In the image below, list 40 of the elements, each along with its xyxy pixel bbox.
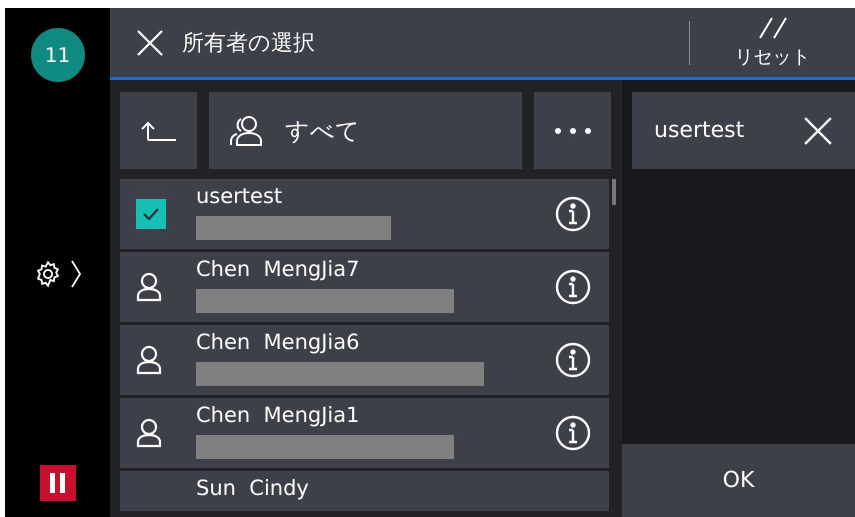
reset-button[interactable]: リセット	[690, 8, 855, 77]
person-icon	[136, 418, 162, 448]
up-arrow-icon	[140, 120, 178, 142]
user-name: Chen MengJia6	[196, 331, 360, 354]
pause-button[interactable]	[40, 465, 76, 501]
user-list-item[interactable]: Chen MengJia1	[120, 398, 609, 468]
chip-label: usertest	[654, 118, 744, 143]
scrollbar-thumb[interactable]	[612, 179, 616, 205]
all-users-filter-button[interactable]: すべて	[209, 92, 522, 169]
user-list-item[interactable]: Chen MengJia6	[120, 325, 609, 395]
up-level-button[interactable]	[120, 92, 197, 169]
checkmark-icon	[142, 207, 160, 221]
checkbox[interactable]	[136, 199, 166, 229]
info-icon	[555, 342, 591, 378]
reset-icon	[758, 16, 788, 42]
info-button[interactable]	[555, 269, 591, 305]
window-title: 所有者の選択	[182, 30, 316, 58]
user-name: usertest	[196, 185, 284, 208]
group-icon	[229, 114, 265, 146]
person-icon	[136, 272, 162, 302]
info-button[interactable]	[555, 196, 591, 232]
info-icon	[555, 415, 591, 451]
info-icon	[555, 196, 591, 232]
close-icon	[803, 116, 833, 146]
notification-badge: 11	[30, 28, 84, 82]
person-icon	[136, 345, 162, 375]
info-button[interactable]	[555, 415, 591, 451]
ok-button[interactable]: OK	[622, 444, 855, 517]
remove-button[interactable]	[803, 116, 833, 146]
info-button[interactable]	[555, 342, 591, 378]
chevron-right-icon	[70, 258, 82, 288]
info-icon	[555, 269, 591, 305]
more-icon	[554, 128, 590, 134]
user-name: Chen MengJia7	[196, 258, 360, 282]
user-name: Sun Cindy	[196, 477, 310, 500]
user-list-item[interactable]: usertest	[120, 179, 609, 249]
user-name: Chen MengJia1	[196, 404, 360, 428]
user-list-item[interactable]: Sun Cindy	[120, 471, 609, 511]
close-icon	[136, 28, 164, 56]
user-list-item[interactable]: Chen MengJia7	[120, 252, 609, 322]
